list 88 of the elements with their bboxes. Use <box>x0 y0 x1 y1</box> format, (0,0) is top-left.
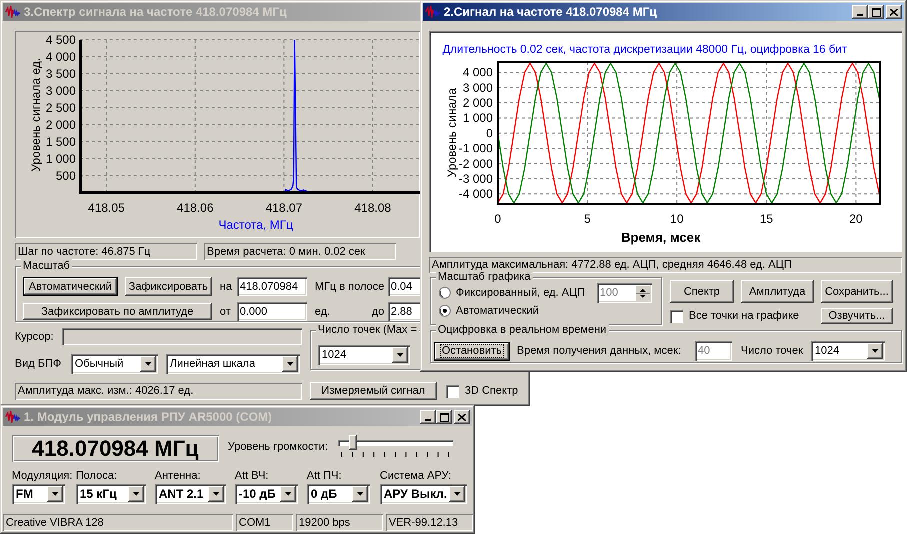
dropdown[interactable]: 0 дБ <box>307 484 370 504</box>
fix-amplitude-button[interactable]: Зафиксировать по амплитуде <box>23 303 212 320</box>
axis-tick-label: 0 <box>486 126 493 140</box>
field-label: Вид БПФ <box>15 358 62 370</box>
field-label: до <box>372 306 386 318</box>
input-field[interactable]: 418.070984 <box>237 277 307 296</box>
checkbox-label: Все точки на графике <box>689 310 800 322</box>
chart-title: Длительность 0.02 сек, частота дискретизации 48000 Гц, оцифровка 16 бит <box>442 44 848 56</box>
stop-button[interactable]: Остановить <box>434 342 510 360</box>
dropdown[interactable]: 1024 <box>811 341 885 361</box>
checkbox-label: 3D Спектр <box>465 385 518 397</box>
frequency-display: 418.070984 МГц <box>12 435 219 462</box>
dropdown[interactable]: -10 дБ <box>235 484 298 504</box>
selector-label: Полоса: <box>76 470 118 483</box>
radio-label: Автоматический <box>456 305 540 317</box>
field-label: МГц в полосе <box>315 280 386 292</box>
field-label: от <box>220 306 232 318</box>
group-label: Число точек (Max = <box>316 323 420 337</box>
axis-tick-label: 4 000 <box>462 66 493 80</box>
axis-title: Уровень сигнала ед. <box>29 58 43 172</box>
axis-tick-label: 3 000 <box>46 84 76 98</box>
axis-tick-label: 4 000 <box>46 50 76 64</box>
action-button[interactable]: Спектр <box>670 280 734 303</box>
axis-tick-label: -4 000 <box>458 187 493 202</box>
action-button[interactable]: Амплитуда <box>741 280 814 303</box>
axis-tick-label: 1 500 <box>46 135 76 149</box>
axis-tick-label: 2 500 <box>46 101 76 115</box>
axis-tick-label: 418.05 <box>88 201 125 215</box>
axis-tick-label: 500 <box>56 169 76 183</box>
dropdown[interactable]: Обычный <box>71 354 158 374</box>
dropdown[interactable]: 1024 <box>318 345 410 365</box>
cursor-label: Курсор: <box>15 330 55 342</box>
dropdown[interactable]: АРУ Выкл. <box>380 484 467 504</box>
selector-label: Система АРУ: <box>380 470 453 483</box>
input-field[interactable]: 0.04 <box>388 277 422 296</box>
radio-label: Фиксированный, ед. АЦП <box>456 287 586 299</box>
volume-label: Уровень громкости: <box>228 441 330 453</box>
selector-label: Att ПЧ: <box>307 470 343 483</box>
axis-tick-label: 4 500 <box>46 33 76 47</box>
dropdown[interactable]: FM <box>12 484 65 504</box>
dropdown[interactable]: Линейная шкала <box>166 354 300 374</box>
axis-tick-label: 2 000 <box>46 118 76 132</box>
axis-title: Время, мсек <box>621 230 701 245</box>
axis-tick-label: 3 500 <box>46 67 76 81</box>
axis-tick-label: 20 <box>850 212 863 226</box>
status-field: Амплитуда макс. изм.: 4026.17 ед. <box>15 382 302 400</box>
field-label: Время получения данных, мсек: <box>517 345 682 357</box>
dropdown[interactable]: ANT 2.1 <box>155 484 226 504</box>
axis-tick-label: 1 000 <box>46 152 76 166</box>
field-label: на <box>220 280 234 292</box>
axis-tick-label: 5 <box>584 212 591 226</box>
status-bar-field: Creative VIBRA 128 <box>3 514 233 531</box>
axis-tick-label: 1 000 <box>462 111 493 126</box>
status-field: Время расчета: 0 мин. 0.02 сек <box>204 243 396 260</box>
fix-button[interactable]: Зафиксировать <box>125 277 212 296</box>
sound-button[interactable]: Озвучить... <box>821 308 893 324</box>
status-bar-field: COM1 <box>236 514 293 531</box>
axis-title: Уровень синала <box>445 88 459 178</box>
group-label: Масштаб графика <box>436 270 533 284</box>
axis-tick-label: -2 000 <box>458 156 493 171</box>
status-bar-field: VER-99.12.13 <box>386 514 473 531</box>
axis-tick-label: -1 000 <box>458 142 493 156</box>
axis-tick-label: 418.06 <box>177 201 214 215</box>
axis-tick-label: 0 <box>494 212 502 226</box>
signal-button[interactable]: Измеряемый сигнал <box>310 382 437 400</box>
status-field: Шаг по частоте: 46.875 Гц <box>15 243 197 260</box>
axis-tick-label: 15 <box>760 212 774 226</box>
axis-tick-label: 10 <box>670 212 684 226</box>
field-label: Число точек <box>741 345 804 357</box>
axis-tick-label: 3 000 <box>462 80 493 95</box>
selector-label: Модуляция: <box>12 470 74 483</box>
input-field[interactable]: 2.88 <box>388 302 422 321</box>
axis-tick-label: 418.08 <box>354 201 392 215</box>
axis-title: Частота, МГц <box>218 218 294 232</box>
axis-tick-label: 2 000 <box>462 96 493 110</box>
status-field: Амплитуда максимальная: 4772.88 ед. АЦП, средняя 4646.48 ед. АЦП <box>429 257 902 273</box>
dropdown[interactable]: 15 кГц <box>76 484 146 504</box>
status-bar-field: 19200 bps <box>296 514 383 531</box>
auto-button[interactable]: Автоматический <box>23 277 118 296</box>
window-title: 2.Сигнал на частоте 418.070984 МГц <box>444 5 658 19</box>
axis-tick-label: 418.07 <box>266 201 303 215</box>
axis-tick-label: -3 000 <box>458 172 493 186</box>
action-button[interactable]: Сохранить... <box>821 280 893 303</box>
group-label: Оцифровка в реальном времени <box>436 323 609 337</box>
field-label: ед. <box>315 306 332 318</box>
input-field[interactable]: 0.000 <box>237 302 307 321</box>
selector-label: Антенна: <box>155 470 202 483</box>
selector-label: Att ВЧ: <box>235 470 270 483</box>
